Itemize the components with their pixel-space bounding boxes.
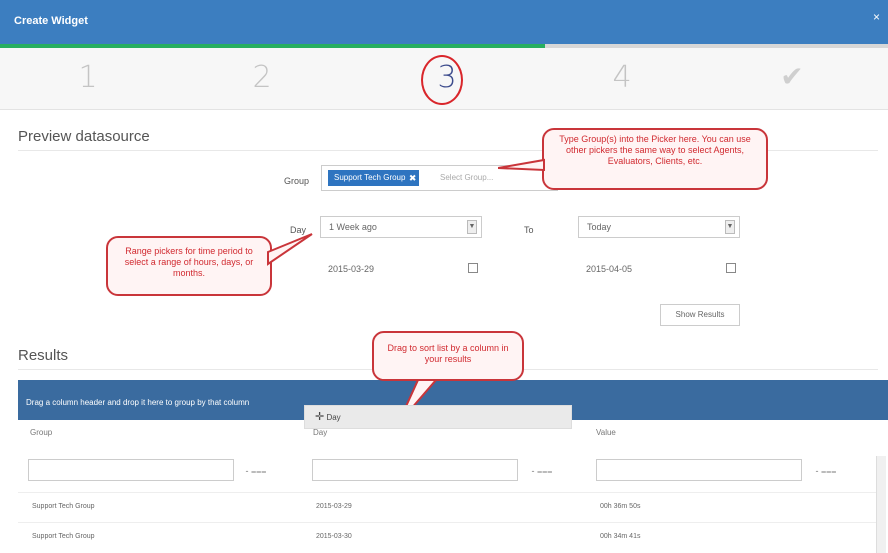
- group-chip-label: Support Tech Group: [334, 173, 406, 182]
- table-row[interactable]: Support Tech Group 2015-03-30 00h 34m 41…: [18, 522, 878, 552]
- cell-day: 2015-03-29: [316, 503, 352, 510]
- group-picker-placeholder: Select Group...: [440, 173, 494, 182]
- filter-icon[interactable]: - ⩶: [812, 462, 840, 480]
- dragged-column-header[interactable]: ✛ Day: [304, 405, 572, 429]
- calendar-icon[interactable]: [726, 263, 736, 273]
- cell-value: 00h 34m 41s: [600, 533, 641, 540]
- callout-pointer: [498, 158, 545, 172]
- from-date-input[interactable]: 2015-03-29: [320, 258, 482, 280]
- wizard-step-finish-check-icon[interactable]: ✔: [772, 60, 812, 93]
- group-filter-input[interactable]: [28, 459, 234, 481]
- wizard-step-1[interactable]: 1: [68, 60, 108, 95]
- day-filter-input[interactable]: [312, 459, 518, 481]
- dropdown-arrow-icon[interactable]: ▼: [725, 220, 735, 234]
- remove-chip-icon[interactable]: ✖: [409, 170, 417, 186]
- wizard-step-4[interactable]: 4: [602, 60, 642, 95]
- filter-icon[interactable]: - ⩶: [242, 462, 270, 480]
- dialog-title: Create Widget: [14, 15, 88, 27]
- close-icon[interactable]: ×: [873, 10, 880, 24]
- to-label: To: [524, 225, 534, 235]
- wizard-step-2[interactable]: 2: [242, 60, 282, 95]
- cell-day: 2015-03-30: [316, 533, 352, 540]
- drag-sort-callout: Drag to sort list by a column in your re…: [372, 331, 524, 381]
- current-step-annotation-circle: [421, 55, 463, 105]
- table-row[interactable]: Support Tech Group 2015-03-29 00h 36m 50…: [18, 492, 878, 522]
- cell-value: 00h 36m 50s: [600, 503, 641, 510]
- column-header-day[interactable]: Day: [313, 428, 327, 450]
- dragged-column-label: Day: [326, 413, 341, 422]
- value-filter-input[interactable]: [596, 459, 802, 481]
- cell-group: Support Tech Group: [32, 503, 95, 510]
- group-by-hint: Drag a column header and drop it here to…: [26, 398, 250, 407]
- from-range-value: 1 Week ago: [329, 222, 377, 232]
- group-chip[interactable]: Support Tech Group ✖: [328, 170, 420, 186]
- from-date-value: 2015-03-29: [328, 264, 375, 274]
- preview-datasource-heading: Preview datasource: [18, 128, 150, 145]
- group-picker-callout: Type Group(s) into the Picker here. You …: [542, 128, 768, 190]
- to-date-input[interactable]: 2015-04-05: [578, 258, 740, 280]
- drag-move-icon: ✛: [315, 411, 325, 423]
- filter-icon[interactable]: - ⩶: [528, 462, 556, 480]
- to-date-value: 2015-04-05: [586, 264, 633, 274]
- show-results-button[interactable]: Show Results: [660, 304, 740, 326]
- column-header-value[interactable]: Value: [596, 428, 616, 450]
- from-range-select[interactable]: 1 Week ago ▼: [320, 216, 482, 238]
- cell-group: Support Tech Group: [32, 533, 95, 540]
- to-range-select[interactable]: Today ▼: [578, 216, 740, 238]
- calendar-icon[interactable]: [468, 263, 478, 273]
- range-picker-callout: Range pickers for time period to select …: [106, 236, 272, 296]
- group-label: Group: [284, 176, 310, 186]
- dialog-titlebar: Create Widget ×: [0, 0, 888, 44]
- column-header-group[interactable]: Group: [30, 428, 52, 450]
- to-range-value: Today: [587, 222, 612, 232]
- grid-scrollbar[interactable]: [876, 456, 886, 553]
- dropdown-arrow-icon[interactable]: ▼: [467, 220, 477, 234]
- results-heading: Results: [18, 347, 69, 364]
- callout-pointer: [267, 233, 313, 266]
